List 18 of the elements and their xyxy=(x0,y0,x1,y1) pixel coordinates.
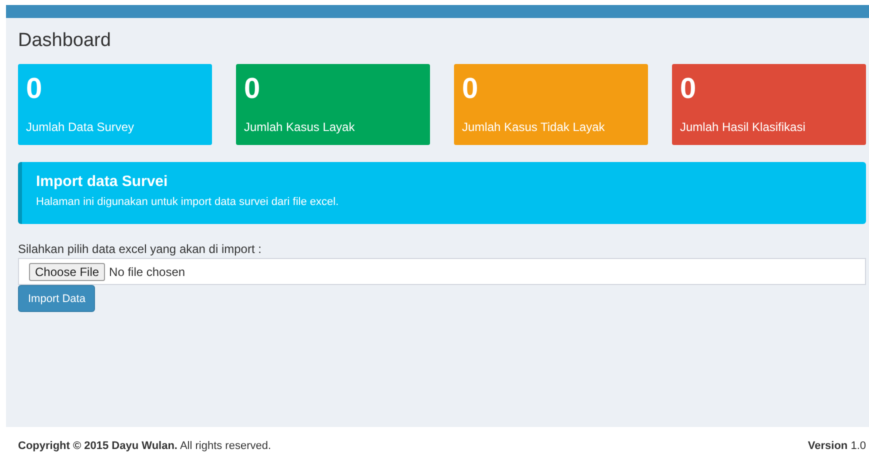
stat-value: 0 xyxy=(680,72,696,106)
file-input-field[interactable]: Choose File No file chosen xyxy=(18,258,866,285)
callout-text: Halaman ini digunakan untuk import data survei dari file excel. xyxy=(36,196,340,208)
stat-value: 0 xyxy=(462,72,478,106)
form-label: Silahkan pilih data excel yang akan di import : xyxy=(18,242,262,256)
callout-title: Import data Survei xyxy=(36,173,169,190)
page-title: Dashboard xyxy=(18,30,112,52)
stat-label: Jumlah Kasus Layak xyxy=(244,120,356,134)
copyright-text: Copyright © 2015 Dayu Wulan. All rights reserved. xyxy=(18,440,272,452)
file-status: No file chosen xyxy=(109,264,186,278)
stat-label: Jumlah Hasil Klasifikasi xyxy=(680,120,806,134)
import-data-button[interactable]: Import Data xyxy=(18,285,96,312)
stat-label: Jumlah Data Survey xyxy=(26,120,136,134)
version-text: Version 1.0 xyxy=(808,440,866,452)
stat-label: Jumlah Kasus Tidak Layak xyxy=(462,120,606,134)
stat-value: 0 xyxy=(26,72,42,106)
choose-file-button[interactable]: Choose File xyxy=(29,262,106,280)
stat-value: 0 xyxy=(244,72,260,106)
